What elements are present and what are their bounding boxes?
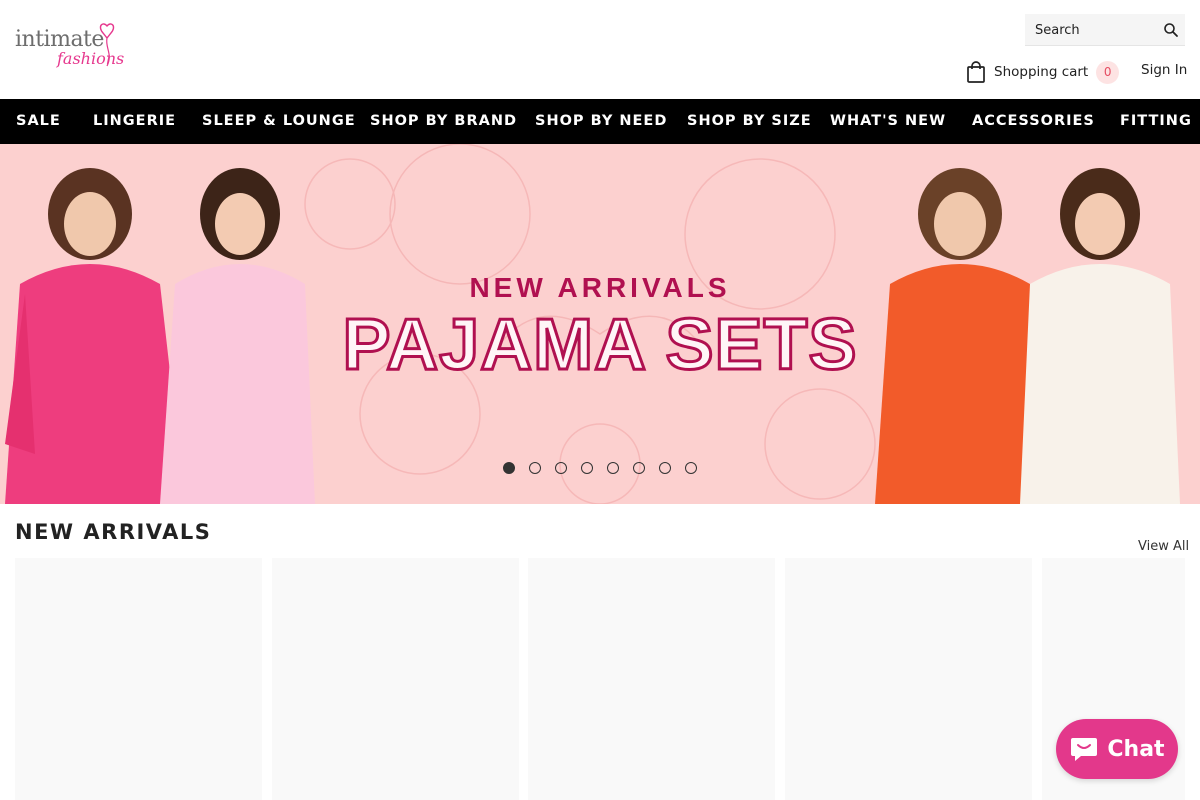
slider-dot[interactable]: [607, 462, 619, 474]
hero-banner[interactable]: NEW ARRIVALS PAJAMA SETS: [0, 144, 1200, 504]
nav-item-lingerie[interactable]: LINGERIE: [93, 99, 176, 144]
view-all-link[interactable]: View All: [1138, 539, 1189, 554]
nav-item-shop-by-brand[interactable]: SHOP BY BRAND: [370, 99, 517, 144]
search-icon[interactable]: [1163, 22, 1179, 38]
nav-item-whats-new[interactable]: WHAT'S NEW: [830, 99, 946, 144]
main-navigation: SALE LINGERIE SLEEP & LOUNGE SHOP BY BRA…: [0, 99, 1200, 144]
cart-count-badge: 0: [1096, 60, 1120, 84]
nav-item-sale[interactable]: SALE: [16, 99, 61, 144]
slider-dot[interactable]: [685, 462, 697, 474]
nav-item-fitting[interactable]: FITTING: [1120, 99, 1192, 144]
cart-label: Shopping cart: [994, 64, 1089, 80]
search-input[interactable]: [1025, 14, 1159, 46]
shopping-bag-icon: [967, 61, 985, 83]
sign-in-link[interactable]: Sign In: [1141, 62, 1187, 78]
shopping-cart-link[interactable]: Shopping cart 0: [966, 59, 1120, 85]
chat-button[interactable]: Chat: [1056, 719, 1178, 779]
nav-item-accessories[interactable]: ACCESSORIES: [972, 99, 1095, 144]
search-box: [1025, 14, 1185, 46]
logo-script-text: fashions: [57, 49, 125, 68]
chat-label: Chat: [1107, 736, 1165, 762]
section-title: NEW ARRIVALS: [15, 520, 212, 544]
site-header: intimate fashions Shopping cart 0 Sign I…: [0, 0, 1200, 99]
slider-dot[interactable]: [659, 462, 671, 474]
chat-bubble-icon: [1071, 738, 1098, 761]
slider-dots: [503, 462, 711, 474]
nav-item-shop-by-need[interactable]: SHOP BY NEED: [535, 99, 667, 144]
product-card[interactable]: [15, 558, 262, 800]
slider-dot[interactable]: [503, 462, 515, 474]
product-card[interactable]: [528, 558, 775, 800]
slider-dot[interactable]: [529, 462, 541, 474]
slider-dot[interactable]: [633, 462, 645, 474]
hero-subtitle: NEW ARRIVALS: [469, 272, 731, 303]
slider-dot[interactable]: [555, 462, 567, 474]
slider-dot[interactable]: [581, 462, 593, 474]
product-card[interactable]: [785, 558, 1032, 800]
nav-item-shop-by-size[interactable]: SHOP BY SIZE: [687, 99, 812, 144]
hero-title: PAJAMA SETS: [341, 304, 858, 387]
nav-item-sleep-lounge[interactable]: SLEEP & LOUNGE: [202, 99, 356, 144]
site-logo[interactable]: intimate fashions: [15, 22, 124, 80]
product-card[interactable]: [272, 558, 519, 800]
